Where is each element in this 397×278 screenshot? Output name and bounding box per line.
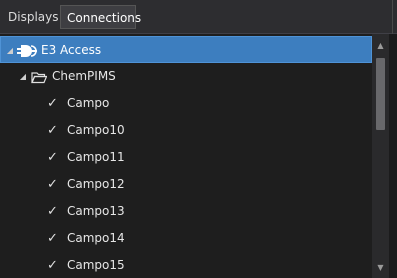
- folder-open-icon: [31, 63, 47, 90]
- tabbar-divider: [392, 0, 393, 34]
- tree-node-campo10[interactable]: ✓ Campo10: [0, 117, 372, 144]
- checkmark-icon: ✓: [47, 150, 58, 165]
- tree-node-label: Campo15: [67, 258, 125, 272]
- checkmark-icon: ✓: [47, 177, 58, 192]
- scroll-up-arrow-icon[interactable]: ▲: [372, 38, 389, 54]
- tree-node-campo11[interactable]: ✓ Campo11: [0, 144, 372, 171]
- tree-node-label: E3 Access: [41, 43, 102, 57]
- tab-bar: Displays Connections: [0, 0, 397, 34]
- tab-connections[interactable]: Connections: [60, 5, 141, 29]
- tree-node-label: Campo: [67, 96, 110, 110]
- tree-node-label: ChemPIMS: [52, 69, 116, 83]
- tab-displays[interactable]: Displays: [2, 5, 58, 29]
- tree-node-campo12[interactable]: ✓ Campo12: [0, 171, 372, 198]
- tree-node-label: Campo13: [67, 204, 125, 218]
- checkmark-icon: ✓: [47, 258, 58, 273]
- tree-node-campo13[interactable]: ✓ Campo13: [0, 198, 372, 225]
- checkmark-icon: ✓: [47, 96, 58, 111]
- tree-node-campo14[interactable]: ✓ Campo14: [0, 225, 372, 252]
- tree-node-label: Campo11: [67, 150, 125, 164]
- tree-node-label: Campo12: [67, 177, 125, 191]
- panel-right-edge: [389, 34, 397, 278]
- connections-tree: ◢ E3 Access ◢ ChemPIMS ✓ Campo ✓ Campo10…: [0, 34, 372, 278]
- vertical-scrollbar[interactable]: ▲ ▼: [372, 34, 389, 278]
- tree-node-chempims[interactable]: ◢ ChemPIMS: [0, 63, 372, 90]
- plug-connector-icon: [17, 37, 37, 64]
- expand-collapse-arrow-icon[interactable]: ◢: [5, 37, 15, 64]
- scrollbar-thumb[interactable]: [376, 58, 385, 130]
- checkmark-icon: ✓: [47, 231, 58, 246]
- tree-node-campo[interactable]: ✓ Campo: [0, 90, 372, 117]
- tree-node-label: Campo14: [67, 231, 125, 245]
- scroll-down-arrow-icon[interactable]: ▼: [372, 260, 389, 276]
- tree-node-label: Campo10: [67, 123, 125, 137]
- checkmark-icon: ✓: [47, 123, 58, 138]
- tree-node-campo15[interactable]: ✓ Campo15: [0, 252, 372, 278]
- checkmark-icon: ✓: [47, 204, 58, 219]
- expand-collapse-arrow-icon[interactable]: ◢: [18, 63, 28, 90]
- tree-node-e3-access[interactable]: ◢ E3 Access: [0, 36, 372, 63]
